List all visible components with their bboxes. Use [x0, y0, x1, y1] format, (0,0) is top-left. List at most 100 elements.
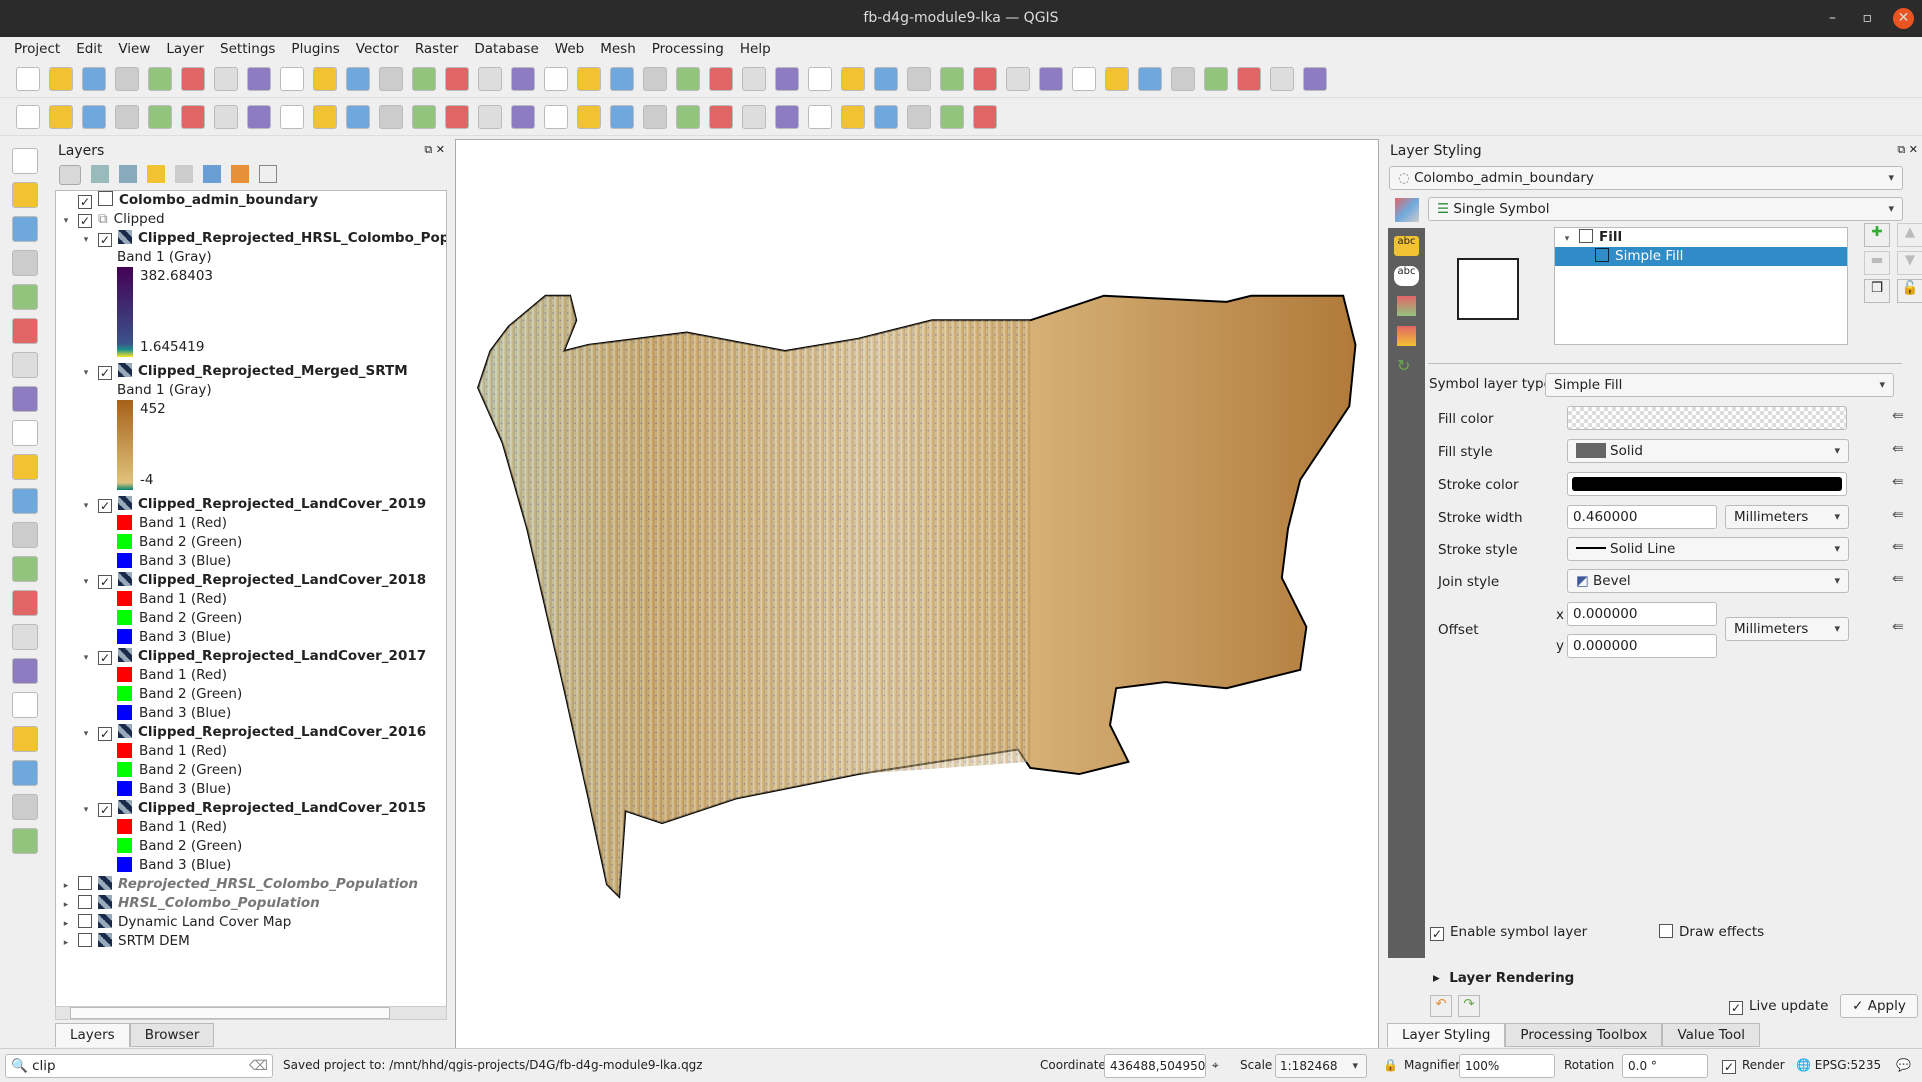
toolbar-tool-icon[interactable]: [676, 104, 700, 129]
offset-x-input[interactable]: 0.000000: [1567, 602, 1717, 626]
toolbar-tool-icon[interactable]: [247, 66, 271, 91]
toolbar-tool-icon[interactable]: [808, 66, 832, 91]
toolbar-tool-icon[interactable]: [1105, 66, 1129, 91]
toolbar-tool-icon[interactable]: [445, 104, 469, 129]
move-up-button[interactable]: ▲: [1897, 223, 1922, 247]
toolbar-tool-icon[interactable]: [12, 352, 38, 378]
toolbar-tool-icon[interactable]: [841, 104, 865, 129]
toolbar-tool-icon[interactable]: [478, 104, 502, 129]
tab-value-tool[interactable]: Value Tool: [1662, 1023, 1761, 1047]
toolbar-tool-icon[interactable]: [511, 66, 535, 91]
layer-tree[interactable]: ✓ Colombo_admin_boundary ▾ ✓ ⧉ Clipped ▾ ✓ Clipp…: [55, 190, 447, 1015]
remove-symbol-layer-button[interactable]: ▬: [1864, 251, 1890, 275]
coordinate-input[interactable]: 436488,504950: [1104, 1054, 1206, 1078]
rotation-input[interactable]: 0.0 °: [1622, 1054, 1708, 1078]
toolbar-tool-icon[interactable]: [313, 104, 337, 129]
toolbar-tool-icon[interactable]: [12, 522, 38, 548]
menu-view[interactable]: View: [110, 37, 158, 61]
toolbar-tool-icon[interactable]: [1072, 66, 1096, 91]
layer-item[interactable]: ▾ ✓ Clipped_Reprojected_HRSL_Colombo_Popu: [56, 229, 446, 248]
toolbar-tool-icon[interactable]: [12, 488, 38, 514]
remove-layer-icon[interactable]: [259, 165, 277, 183]
3d-view-icon[interactable]: [1397, 296, 1416, 316]
lock-icon[interactable]: 🔓: [1897, 279, 1922, 303]
draw-effects-checkbox[interactable]: Draw effects: [1659, 924, 1764, 940]
toolbar-tool-icon[interactable]: [12, 318, 38, 344]
tab-layers[interactable]: Layers: [55, 1023, 130, 1047]
layer-group-clipped[interactable]: ▾ ✓ ⧉ Clipped: [56, 210, 446, 229]
lock-scale-icon[interactable]: 🔒: [1383, 1058, 1398, 1072]
toolbar-tool-icon[interactable]: [742, 66, 766, 91]
layer-item[interactable]: ▾ ✓ Clipped_Reprojected_Merged_SRTM: [56, 362, 446, 381]
menu-database[interactable]: Database: [466, 37, 546, 61]
move-down-button[interactable]: ▼: [1897, 251, 1922, 275]
menu-web[interactable]: Web: [547, 37, 592, 61]
layer-item[interactable]: ▸ Dynamic Land Cover Map: [56, 913, 446, 932]
toolbar-tool-icon[interactable]: [280, 66, 304, 91]
data-defined-override-icon[interactable]: ⇚: [1892, 619, 1912, 639]
offset-y-input[interactable]: 0.000000: [1567, 634, 1717, 658]
add-symbol-layer-button[interactable]: ✚: [1864, 223, 1890, 247]
toolbar-tool-icon[interactable]: [181, 104, 205, 129]
expand-all-icon[interactable]: [203, 165, 221, 183]
toolbar-tool-icon[interactable]: [577, 66, 601, 91]
toolbar-tool-icon[interactable]: [1270, 66, 1294, 91]
toolbar-tool-icon[interactable]: [181, 66, 205, 91]
toolbar-tool-icon[interactable]: [643, 104, 667, 129]
filter-icon[interactable]: [147, 165, 165, 183]
messages-icon[interactable]: 💬: [1896, 1058, 1911, 1072]
data-defined-override-icon[interactable]: ⇚: [1892, 441, 1912, 461]
toolbar-tool-icon[interactable]: [907, 66, 931, 91]
toolbar-tool-icon[interactable]: [12, 624, 38, 650]
toolbar-tool-icon[interactable]: [12, 794, 38, 820]
toolbar-tool-icon[interactable]: [12, 590, 38, 616]
toolbar-tool-icon[interactable]: [379, 66, 403, 91]
stroke-width-unit-select[interactable]: Millimeters: [1725, 505, 1849, 529]
toolbar-tool-icon[interactable]: [412, 66, 436, 91]
toolbar-tool-icon[interactable]: [12, 386, 38, 412]
undo-button[interactable]: ↶: [1430, 995, 1452, 1017]
toolbar-tool-icon[interactable]: [973, 104, 997, 129]
toolbar-tool-icon[interactable]: [115, 104, 139, 129]
data-defined-override-icon[interactable]: ⇚: [1892, 539, 1912, 559]
layer-item[interactable]: ▾ ✓ Clipped_Reprojected_LandCover_2016: [56, 723, 446, 742]
toolbar-tool-icon[interactable]: [12, 284, 38, 310]
join-style-select[interactable]: ◩ Bevel: [1567, 569, 1849, 593]
toolbar-tool-icon[interactable]: [12, 658, 38, 684]
locator-search-input[interactable]: 🔍 clip ⌫: [5, 1054, 273, 1078]
apply-button[interactable]: ✓ Apply: [1840, 994, 1918, 1018]
toolbar-tool-icon[interactable]: [214, 104, 238, 129]
toolbar-tool-icon[interactable]: [412, 104, 436, 129]
symbol-layer-simple-fill[interactable]: Simple Fill: [1555, 247, 1847, 266]
toolbar-tool-icon[interactable]: [12, 182, 38, 208]
toolbar-tool-icon[interactable]: [82, 66, 106, 91]
panel-float-close-icons[interactable]: ⧉ ✕: [1897, 143, 1918, 157]
toolbar-tool-icon[interactable]: [12, 556, 38, 582]
toolbar-tool-icon[interactable]: [379, 104, 403, 129]
layer-item[interactable]: ▾ ✓ Clipped_Reprojected_LandCover_2017: [56, 647, 446, 666]
toolbar-tool-icon[interactable]: [709, 104, 733, 129]
toolbar-tool-icon[interactable]: [610, 66, 634, 91]
toolbar-tool-icon[interactable]: [1303, 66, 1327, 91]
crs-button[interactable]: 🌐 EPSG:5235: [1796, 1058, 1881, 1072]
toolbar-tool-icon[interactable]: [115, 66, 139, 91]
toolbar-tool-icon[interactable]: [1039, 66, 1063, 91]
toolbar-tool-icon[interactable]: [148, 104, 172, 129]
toolbar-tool-icon[interactable]: [1138, 66, 1162, 91]
labels-icon[interactable]: abc: [1394, 236, 1419, 256]
expression-filter-icon[interactable]: [175, 165, 193, 183]
tab-processing-toolbox[interactable]: Processing Toolbox: [1505, 1023, 1663, 1047]
data-defined-override-icon[interactable]: ⇚: [1892, 408, 1912, 428]
toolbar-tool-icon[interactable]: [610, 104, 634, 129]
toolbar-tool-icon[interactable]: [1171, 66, 1195, 91]
toolbar-tool-icon[interactable]: [874, 104, 898, 129]
duplicate-layer-button[interactable]: ❐: [1864, 279, 1890, 303]
toolbar-tool-icon[interactable]: [808, 104, 832, 129]
tab-layer-styling[interactable]: Layer Styling: [1387, 1023, 1506, 1047]
fill-color-button[interactable]: [1567, 406, 1847, 430]
data-defined-override-icon[interactable]: ⇚: [1892, 571, 1912, 591]
masks-icon[interactable]: abc: [1394, 266, 1419, 286]
layer-item[interactable]: ✓ Colombo_admin_boundary: [56, 191, 446, 210]
scale-select[interactable]: 1:182468: [1275, 1054, 1367, 1078]
symbol-layer-type-select[interactable]: Simple Fill: [1545, 373, 1894, 397]
